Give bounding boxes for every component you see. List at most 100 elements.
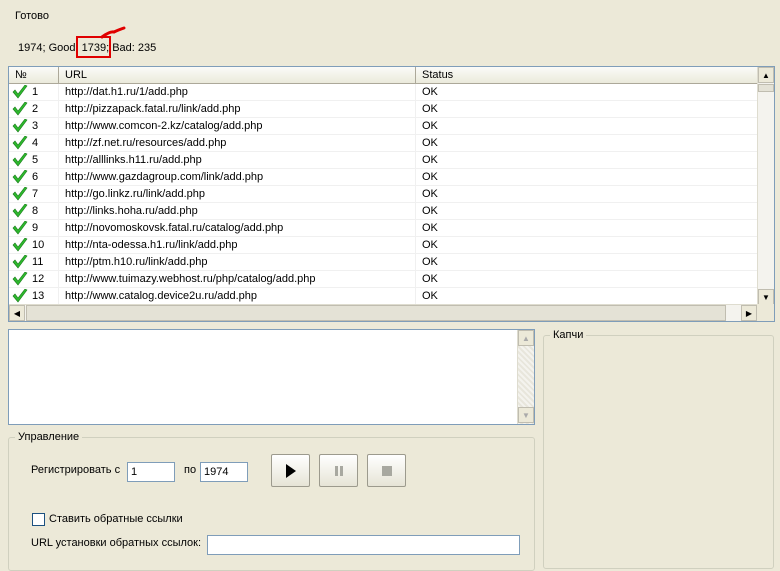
- row-status: OK: [416, 237, 758, 253]
- row-number: 1: [32, 85, 39, 98]
- scroll-up-icon[interactable]: ▲: [758, 67, 774, 83]
- row-url: http://novomoskovsk.fatal.ru/catalog/add…: [59, 220, 416, 236]
- check-icon: [12, 221, 28, 235]
- backlinks-checkbox-label: Ставить обратные ссылки: [49, 513, 183, 525]
- list-body: 1 http://dat.h1.ru/1/add.php OK 2 http://piz…: [9, 84, 758, 306]
- column-header-url[interactable]: URL: [59, 67, 416, 84]
- row-status: OK: [416, 254, 758, 270]
- check-icon: [12, 136, 28, 150]
- row-number: 7: [32, 187, 39, 200]
- stop-button[interactable]: [367, 454, 406, 487]
- row-status: OK: [416, 186, 758, 202]
- row-status: OK: [416, 220, 758, 236]
- table-row[interactable]: 11 http://ptm.h10.ru/link/add.php OK: [9, 254, 758, 271]
- table-row[interactable]: 8 http://links.hoha.ru/add.php OK: [9, 203, 758, 220]
- table-row[interactable]: 9 http://novomoskovsk.fatal.ru/catalog/ad…: [9, 220, 758, 237]
- row-status: OK: [416, 152, 758, 168]
- stop-icon: [381, 465, 392, 476]
- check-icon: [12, 85, 28, 99]
- row-url: http://www.gazdagroup.com/link/add.php: [59, 169, 416, 185]
- scroll-thumb[interactable]: [758, 84, 774, 92]
- row-number: 9: [32, 221, 39, 234]
- pause-icon: [334, 465, 343, 476]
- scroll-up-icon[interactable]: ▲: [518, 330, 534, 346]
- row-number: 5: [32, 153, 39, 166]
- table-row[interactable]: 12 http://www.tuimazy.webhost.ru/php/cata…: [9, 271, 758, 288]
- from-input[interactable]: [127, 462, 175, 482]
- row-num-cell: 13: [9, 288, 59, 304]
- row-number: 3: [32, 119, 39, 132]
- to-input[interactable]: [200, 462, 248, 482]
- results-list[interactable]: № URL Status 1 http://dat.h1.ru/1/add.php…: [8, 66, 775, 322]
- table-row[interactable]: 6 http://www.gazdagroup.com/link/add.php O…: [9, 169, 758, 186]
- column-header-num[interactable]: №: [9, 67, 59, 84]
- start-button[interactable]: [271, 454, 310, 487]
- row-number: 13: [32, 289, 45, 302]
- row-status: OK: [416, 169, 758, 185]
- backlinks-url-label: URL установки обратных ссылок:: [31, 537, 202, 549]
- row-url: http://www.tuimazy.webhost.ru/php/catalo…: [59, 271, 416, 287]
- row-status: OK: [416, 271, 758, 287]
- check-icon: [12, 289, 28, 303]
- to-label: по: [184, 464, 197, 476]
- table-row[interactable]: 10 http://nta-odessa.h1.ru/link/add.php OK: [9, 237, 758, 254]
- row-url: http://dat.h1.ru/1/add.php: [59, 84, 416, 100]
- pause-button[interactable]: [319, 454, 358, 487]
- scroll-thumb-horizontal[interactable]: [26, 305, 726, 321]
- check-icon: [12, 255, 28, 269]
- row-url: http://zf.net.ru/resources/add.php: [59, 135, 416, 151]
- row-status: OK: [416, 84, 758, 100]
- row-url: http://pizzapack.fatal.ru/link/add.php: [59, 101, 416, 117]
- row-url: http://alllinks.h11.ru/add.php: [59, 152, 416, 168]
- row-number: 10: [32, 238, 45, 251]
- list-header: № URL Status: [9, 67, 758, 84]
- check-icon: [12, 102, 28, 116]
- play-icon: [285, 463, 296, 478]
- check-icon: [12, 119, 28, 133]
- scroll-corner: [757, 304, 774, 321]
- row-url: http://ptm.h10.ru/link/add.php: [59, 254, 416, 270]
- table-row[interactable]: 13 http://www.catalog.device2u.ru/add.php…: [9, 288, 758, 305]
- row-num-cell: 4: [9, 135, 59, 151]
- table-row[interactable]: 5 http://alllinks.h11.ru/add.php OK: [9, 152, 758, 169]
- scroll-left-icon[interactable]: ◀: [9, 305, 25, 321]
- list-horizontal-scrollbar[interactable]: ◀ ▶: [9, 304, 758, 321]
- row-status: OK: [416, 288, 758, 304]
- stats-total-label: 1974; Good:: [18, 42, 79, 54]
- table-row[interactable]: 3 http://www.comcon-2.kz/catalog/add.php O…: [9, 118, 758, 135]
- list-vertical-scrollbar[interactable]: ▲ ▼: [757, 67, 774, 306]
- table-row[interactable]: 1 http://dat.h1.ru/1/add.php OK: [9, 84, 758, 101]
- table-row[interactable]: 4 http://zf.net.ru/resources/add.php OK: [9, 135, 758, 152]
- log-scrollbar[interactable]: ▲ ▼: [517, 330, 534, 424]
- row-num-cell: 1: [9, 84, 59, 100]
- backlinks-url-input[interactable]: [207, 535, 520, 555]
- scroll-down-icon[interactable]: ▼: [758, 289, 774, 305]
- row-number: 2: [32, 102, 39, 115]
- check-icon: [12, 170, 28, 184]
- captcha-legend: Капчи: [553, 329, 584, 341]
- check-icon: [12, 272, 28, 286]
- status-text: Готово: [15, 10, 49, 22]
- check-icon: [12, 238, 28, 252]
- column-header-status[interactable]: Status: [416, 67, 758, 84]
- check-icon: [12, 153, 28, 167]
- backlinks-checkbox[interactable]: [32, 513, 45, 526]
- row-num-cell: 5: [9, 152, 59, 168]
- row-num-cell: 9: [9, 220, 59, 236]
- row-num-cell: 7: [9, 186, 59, 202]
- scroll-right-icon[interactable]: ▶: [741, 305, 757, 321]
- scroll-down-icon[interactable]: ▼: [518, 407, 534, 423]
- row-num-cell: 6: [9, 169, 59, 185]
- log-textarea[interactable]: ▲ ▼: [8, 329, 535, 425]
- table-row[interactable]: 7 http://go.linkz.ru/link/add.php OK: [9, 186, 758, 203]
- row-num-cell: 11: [9, 254, 59, 270]
- row-status: OK: [416, 135, 758, 151]
- row-url: http://nta-odessa.h1.ru/link/add.php: [59, 237, 416, 253]
- register-from-label: Регистрировать с: [31, 464, 121, 476]
- row-num-cell: 10: [9, 237, 59, 253]
- check-icon: [12, 204, 28, 218]
- table-row[interactable]: 2 http://pizzapack.fatal.ru/link/add.php O…: [9, 101, 758, 118]
- row-number: 11: [32, 255, 44, 268]
- stats-bad-label: Bad: 235: [109, 42, 157, 54]
- row-url: http://www.catalog.device2u.ru/add.php: [59, 288, 416, 304]
